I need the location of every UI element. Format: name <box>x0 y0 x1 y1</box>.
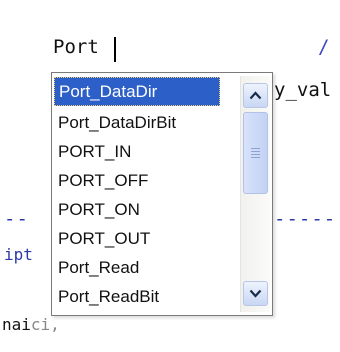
grip-lines-icon <box>251 146 260 160</box>
autocomplete-item[interactable]: PORT_OUT <box>52 224 222 253</box>
scroll-thumb[interactable] <box>243 112 268 194</box>
autocomplete-item[interactable]: Port_Read <box>52 253 222 282</box>
autocomplete-item[interactable]: PORT_OFF <box>52 166 222 195</box>
autocomplete-item[interactable]: PORT_ON <box>52 195 222 224</box>
scroll-down-button[interactable] <box>243 281 268 306</box>
scroll-up-button[interactable] <box>243 83 268 108</box>
autocomplete-item[interactable]: Port_ReadBit <box>52 282 222 311</box>
code-partial-main-tail: ci, <box>30 315 60 334</box>
code-partial-ipt: ipt <box>4 245 33 264</box>
code-line-port: Port <box>53 36 99 58</box>
code-line-partial: y_val <box>274 79 332 101</box>
code-editor[interactable]: Port / y_val -- ----- ipt naici, Port_Da… <box>0 0 340 352</box>
text-caret <box>114 37 116 62</box>
chevron-down-icon <box>249 289 262 298</box>
autocomplete-list[interactable]: Port_DataDir Port_DataDirBit PORT_IN PORT_O… <box>52 77 222 311</box>
autocomplete-item[interactable]: PORT_IN <box>52 137 222 166</box>
autocomplete-scrollbar[interactable] <box>240 76 270 312</box>
autocomplete-item[interactable]: Port_DataDirBit <box>52 108 222 137</box>
chevron-up-icon <box>249 91 262 100</box>
code-dashes-right: ----- <box>274 208 337 230</box>
code-comment-slash: / <box>318 36 330 58</box>
autocomplete-popup[interactable]: Port_DataDir Port_DataDirBit PORT_IN PORT_O… <box>51 72 273 316</box>
code-dashes-left: -- <box>4 208 29 230</box>
autocomplete-item[interactable]: Port_DataDir <box>54 77 220 106</box>
code-partial-main: naici, <box>2 314 60 336</box>
code-partial-main-text: nai <box>2 315 31 334</box>
